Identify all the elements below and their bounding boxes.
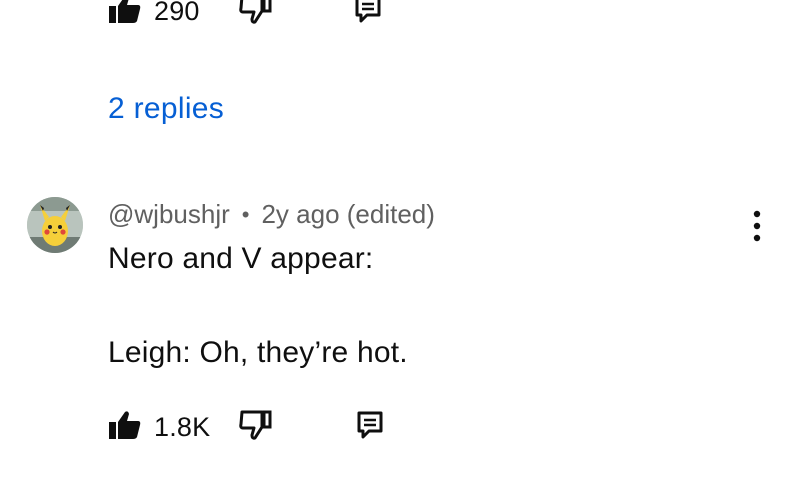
thumbs-up-icon[interactable] [108,0,142,29]
comment-actions: 1.8K [108,410,384,445]
like-count: 1.8K [154,412,211,442]
thumbs-down-icon[interactable] [238,0,272,29]
view-replies-link[interactable]: 2 replies [108,92,224,126]
reply-comment-icon[interactable] [354,0,382,29]
more-vertical-icon [753,210,761,242]
comment-text-line: Leigh: Oh, they’re hot. [108,336,408,369]
avatar[interactable] [27,197,83,253]
comment-text-line: Nero and V appear: [108,242,374,275]
reply-comment-icon[interactable] [356,410,384,445]
thumbs-down-icon[interactable] [238,410,272,445]
pikachu-avatar-icon [27,197,83,253]
comment-author[interactable]: @wjbushjr [108,199,230,230]
comment-timestamp: 2y ago (edited) [261,199,435,229]
meta-separator: • [241,201,250,227]
prev-comment-actions: 290 [108,0,382,29]
more-options-button[interactable] [742,208,772,244]
like-count: 290 [154,0,200,26]
thumbs-up-icon[interactable] [108,410,142,445]
comment-meta: @wjbushjr • 2y ago (edited) [108,199,435,230]
